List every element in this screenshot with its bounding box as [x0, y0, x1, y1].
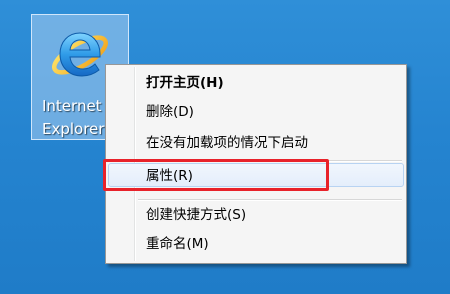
menu-item-label: 重命名(M): [146, 236, 209, 252]
menu-item-label: 创建快捷方式(S): [146, 207, 247, 223]
desktop: Internet Explorer 打开主页(H) 删除(D) 在没有加载项的情…: [0, 0, 450, 294]
menu-item-label: 在没有加载项的情况下启动: [146, 135, 308, 151]
ie-logo-icon: [52, 32, 108, 77]
menu-item-label: 删除(D): [146, 104, 194, 120]
menu-separator: [138, 199, 402, 201]
menu-item-rename[interactable]: 重命名(M): [108, 232, 404, 256]
menu-item-label: 打开主页(H): [146, 75, 224, 91]
menu-item-open-homepage[interactable]: 打开主页(H): [108, 71, 404, 95]
menu-item-delete[interactable]: 删除(D): [108, 100, 404, 124]
menu-item-start-without-addons[interactable]: 在没有加载项的情况下启动: [108, 131, 404, 155]
menu-item-create-shortcut[interactable]: 创建快捷方式(S): [108, 203, 404, 227]
highlight-annotation-box: [103, 159, 329, 191]
